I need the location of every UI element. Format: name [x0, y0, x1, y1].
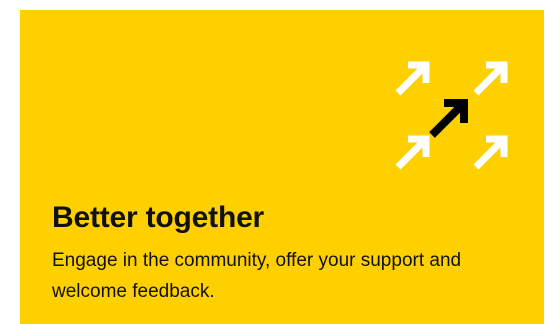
- white-arrow-icon: [473, 135, 508, 170]
- card-description: Engage in the community, offer your supp…: [52, 250, 462, 302]
- arrows-converging-icon: [395, 61, 508, 170]
- white-arrow-icon: [395, 135, 430, 170]
- white-arrow-icon: [473, 61, 508, 96]
- feature-card: Better together Engage in the community,…: [20, 10, 544, 324]
- white-arrow-icon: [395, 61, 430, 96]
- black-arrow-icon: [429, 99, 468, 138]
- card-title: Better together: [52, 201, 265, 234]
